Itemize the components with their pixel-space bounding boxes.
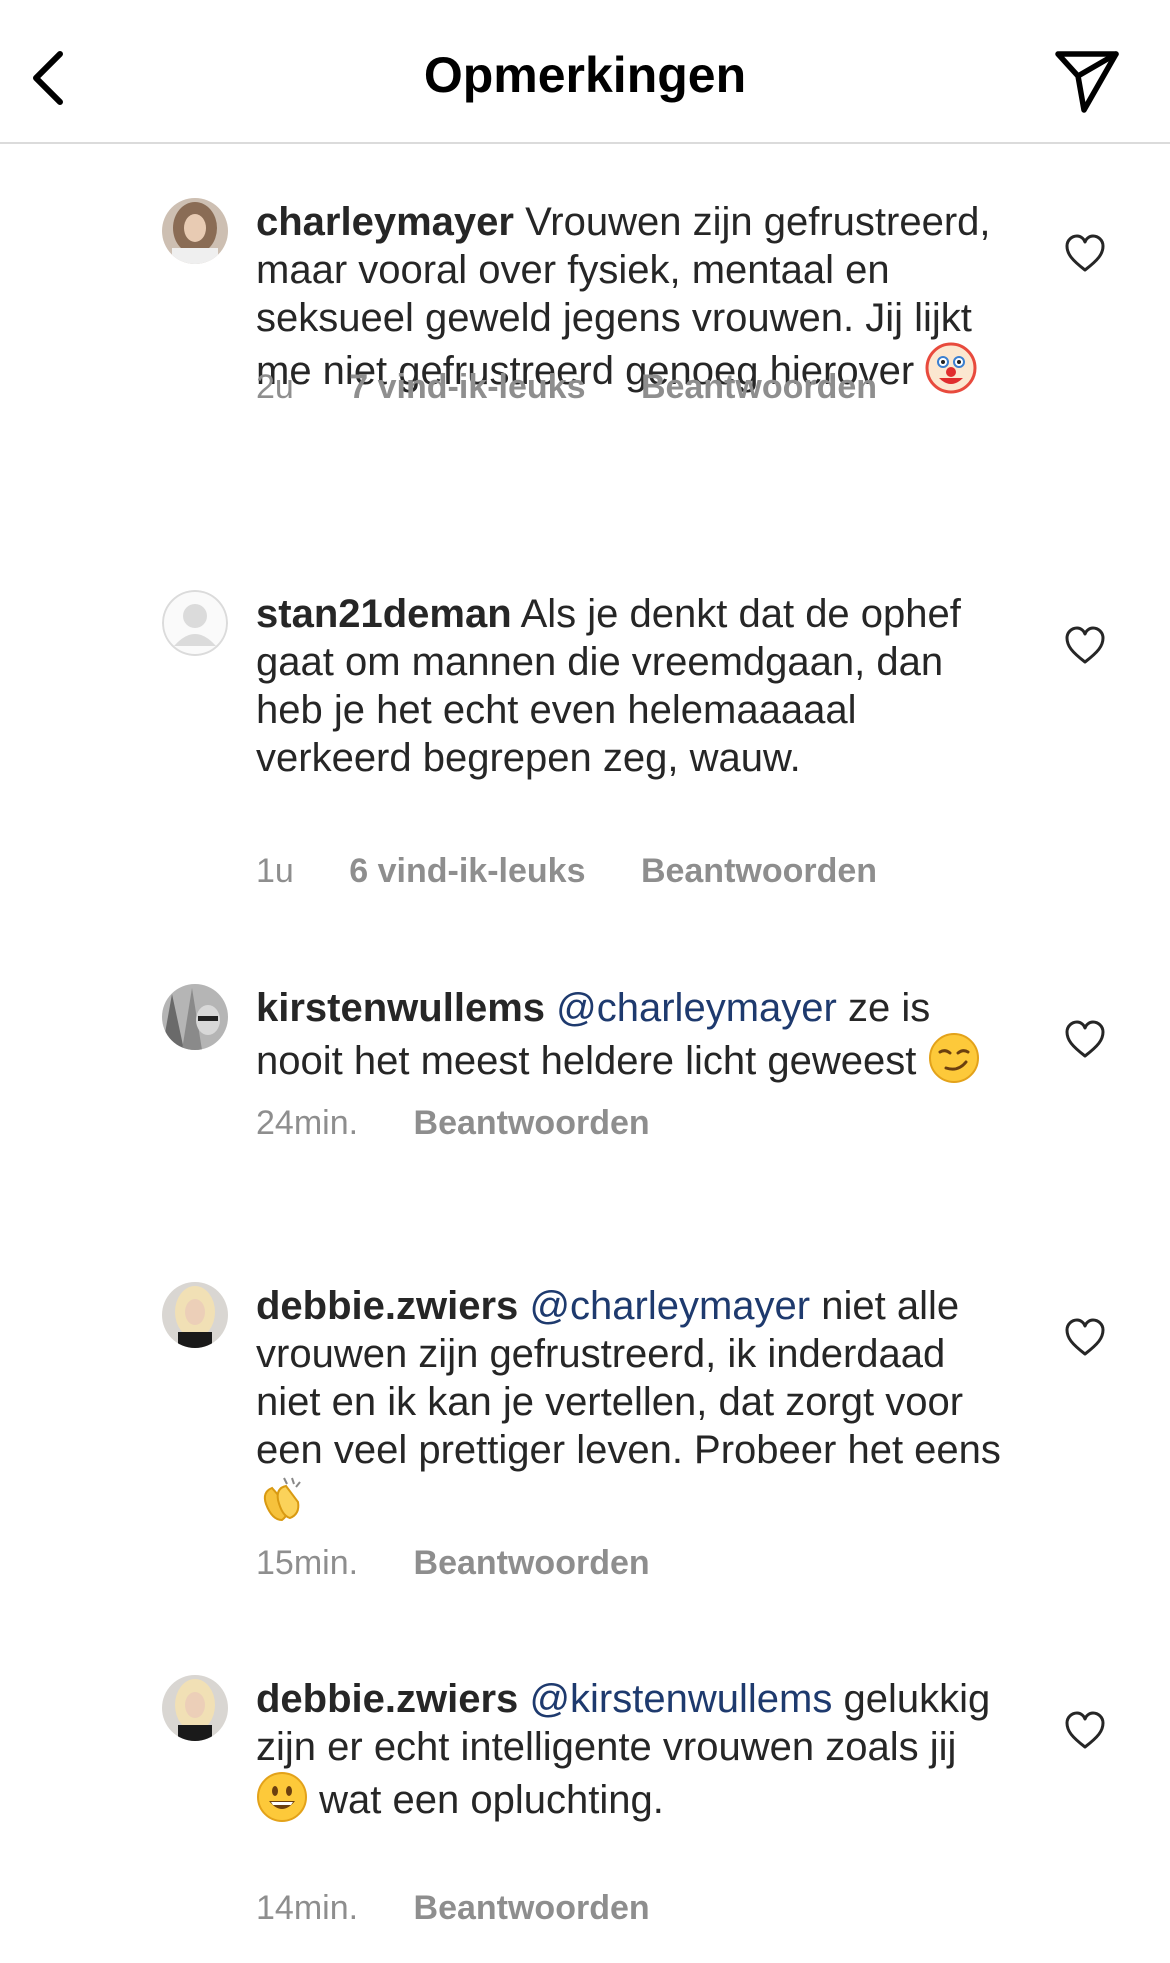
- reply-button[interactable]: Beantwoorden: [414, 1544, 650, 1582]
- comment-text: debbie.zwiers @charleymayer niet alle vr…: [256, 1282, 1016, 1527]
- comment-username[interactable]: kirstenwullems: [256, 986, 545, 1030]
- comment-username[interactable]: charleymayer: [256, 200, 514, 244]
- reply-button[interactable]: Beantwoorden: [414, 1104, 650, 1142]
- reply-button[interactable]: Beantwoorden: [641, 368, 877, 406]
- smirking-face-icon: [928, 1032, 980, 1084]
- comment-mention[interactable]: @kirstenwullems: [529, 1677, 832, 1721]
- comment-mention[interactable]: @charleymayer: [529, 1284, 810, 1328]
- comment-text: debbie.zwiers @kirstenwullems gelukkig z…: [256, 1677, 991, 1823]
- avatar[interactable]: [162, 1282, 228, 1348]
- comment-meta: 24min. Beantwoorden: [256, 1104, 696, 1143]
- heart-icon[interactable]: [1064, 234, 1106, 274]
- comment-meta: 14min. Beantwoorden: [256, 1889, 696, 1928]
- clapping-hands-icon: [256, 1474, 308, 1526]
- heart-icon[interactable]: [1064, 1020, 1106, 1060]
- reply-button[interactable]: Beantwoorden: [414, 1889, 650, 1927]
- reply-button[interactable]: Beantwoorden: [641, 852, 877, 890]
- grinning-face-icon: [256, 1771, 308, 1823]
- comment-username[interactable]: debbie.zwiers: [256, 1284, 518, 1328]
- send-icon[interactable]: [1046, 40, 1126, 120]
- comment-text: stan21deman Als je denkt dat de ophef ga…: [256, 592, 961, 780]
- comment-mention[interactable]: @charleymayer: [556, 986, 837, 1030]
- heart-icon[interactable]: [1064, 1711, 1106, 1751]
- comment-time: 15min.: [256, 1544, 359, 1582]
- comment-time: 1u: [256, 852, 294, 890]
- comment-text: charleymayer Vrouwen zijn gefrustreerd, …: [256, 200, 991, 394]
- avatar[interactable]: [162, 590, 228, 656]
- comment-time: 14min.: [256, 1889, 359, 1927]
- heart-icon[interactable]: [1064, 1318, 1106, 1358]
- comment-username[interactable]: debbie.zwiers: [256, 1677, 518, 1721]
- comment-likes[interactable]: 7 vind-ik-leuks: [349, 368, 585, 406]
- page-title: Opmerkingen: [423, 47, 747, 103]
- comment-meta: 15min. Beantwoorden: [256, 1544, 696, 1583]
- clown-face-icon: [925, 342, 977, 394]
- avatar[interactable]: [162, 984, 228, 1050]
- comment-text: kirstenwullems @charleymayer ze is nooit…: [256, 984, 1016, 1085]
- comment-username[interactable]: stan21deman: [256, 592, 512, 636]
- heart-icon[interactable]: [1064, 626, 1106, 666]
- comment-time: 2u: [256, 368, 294, 406]
- avatar[interactable]: [162, 198, 228, 264]
- avatar[interactable]: [162, 1675, 228, 1741]
- header-bar: Opmerkingen: [0, 0, 1170, 144]
- comment-time: 24min.: [256, 1104, 359, 1142]
- comment-meta: 1u 6 vind-ik-leuks Beantwoorden: [256, 852, 923, 891]
- comment-meta: 2u 7 vind-ik-leuks Beantwoorden: [256, 368, 923, 407]
- comment-likes[interactable]: 6 vind-ik-leuks: [349, 852, 585, 890]
